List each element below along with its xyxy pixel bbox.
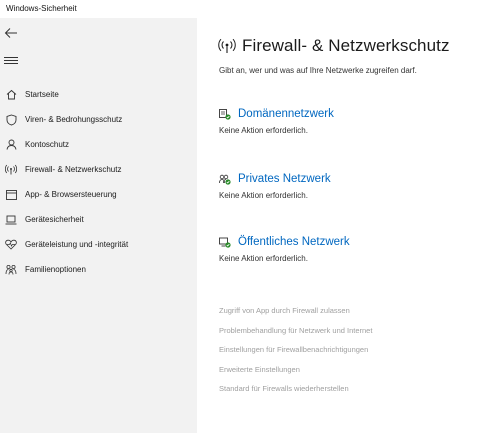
app-window-icon xyxy=(5,189,17,201)
network-private: Privates Netzwerk Keine Aktion erforderl… xyxy=(219,173,331,200)
private-network-status: Keine Aktion erforderlich. xyxy=(219,191,308,200)
domain-network-link[interactable]: Domänennetzwerk xyxy=(238,108,334,120)
sidebar-item-label: App- & Browsersteuerung xyxy=(25,190,117,199)
advanced-settings-link[interactable]: Erweiterte Einstellungen xyxy=(219,365,372,385)
restore-firewall-defaults-link[interactable]: Standard für Firewalls wiederherstellen xyxy=(219,384,372,404)
home-icon xyxy=(5,89,17,101)
public-network-icon xyxy=(219,237,231,248)
page-header: Firewall- & Netzwerkschutz xyxy=(218,36,450,56)
sidebar-item-label: Gerätesicherheit xyxy=(25,215,84,224)
title-bar: Windows-Sicherheit xyxy=(0,0,500,18)
sidebar-item-startseite[interactable]: Startseite xyxy=(0,82,197,107)
allow-app-through-firewall-link[interactable]: Zugriff von App durch Firewall zulassen xyxy=(219,306,372,326)
window-title: Windows-Sicherheit xyxy=(6,4,77,13)
main-content: Firewall- & Netzwerkschutz Gibt an, wer … xyxy=(197,18,500,433)
sidebar-item-label: Viren- & Bedrohungsschutz xyxy=(25,115,123,124)
wifi-antenna-icon xyxy=(218,38,236,53)
sidebar: Startseite Viren- & Bedrohungsschutz Kon… xyxy=(0,18,197,433)
public-network-status: Keine Aktion erforderlich. xyxy=(219,254,308,263)
wifi-antenna-icon xyxy=(5,164,17,176)
back-button[interactable] xyxy=(4,26,20,40)
heart-pulse-icon xyxy=(5,239,17,251)
domain-network-status: Keine Aktion erforderlich. xyxy=(219,126,308,135)
hamburger-icon xyxy=(4,57,18,64)
sidebar-item-label: Familienoptionen xyxy=(25,265,86,274)
sidebar-item-label: Firewall- & Netzwerkschutz xyxy=(25,165,122,174)
back-arrow-icon xyxy=(4,28,17,38)
sidebar-nav: Startseite Viren- & Bedrohungsschutz Kon… xyxy=(0,82,197,282)
person-icon xyxy=(5,139,17,151)
sidebar-item-familienoptionen[interactable]: Familienoptionen xyxy=(0,257,197,282)
private-network-icon xyxy=(219,174,231,185)
public-network-link[interactable]: Öffentliches Netzwerk xyxy=(238,236,350,248)
laptop-icon xyxy=(5,214,17,226)
sidebar-item-kontoschutz[interactable]: Kontoschutz xyxy=(0,132,197,157)
network-troubleshooter-link[interactable]: Problembehandlung für Netzwerk und Inter… xyxy=(219,326,372,346)
settings-links: Zugriff von App durch Firewall zulassen … xyxy=(219,306,372,404)
sidebar-item-label: Geräteleistung und -integrität xyxy=(25,240,129,249)
firewall-notification-settings-link[interactable]: Einstellungen für Firewallbenachrichtigu… xyxy=(219,345,372,365)
domain-network-icon xyxy=(219,108,231,120)
private-network-link[interactable]: Privates Netzwerk xyxy=(238,173,331,185)
menu-button[interactable] xyxy=(4,55,18,67)
sidebar-item-viren-bedrohungsschutz[interactable]: Viren- & Bedrohungsschutz xyxy=(0,107,197,132)
sidebar-item-label: Startseite xyxy=(25,90,59,99)
page-title: Firewall- & Netzwerkschutz xyxy=(242,36,450,55)
shield-icon xyxy=(5,114,17,126)
page-subtitle: Gibt an, wer und was auf Ihre Netzwerke … xyxy=(219,66,417,75)
family-icon xyxy=(5,264,17,276)
sidebar-item-geraetesicherheit[interactable]: Gerätesicherheit xyxy=(0,207,197,232)
sidebar-item-firewall-netzwerkschutz[interactable]: Firewall- & Netzwerkschutz xyxy=(0,157,197,182)
sidebar-item-app-browsersteuerung[interactable]: App- & Browsersteuerung xyxy=(0,182,197,207)
network-domain: Domänennetzwerk Keine Aktion erforderlic… xyxy=(219,108,334,135)
sidebar-item-label: Kontoschutz xyxy=(25,140,70,149)
sidebar-item-geraeteleistung-integritaet[interactable]: Geräteleistung und -integrität xyxy=(0,232,197,257)
network-public: Öffentliches Netzwerk Keine Aktion erfor… xyxy=(219,236,350,263)
